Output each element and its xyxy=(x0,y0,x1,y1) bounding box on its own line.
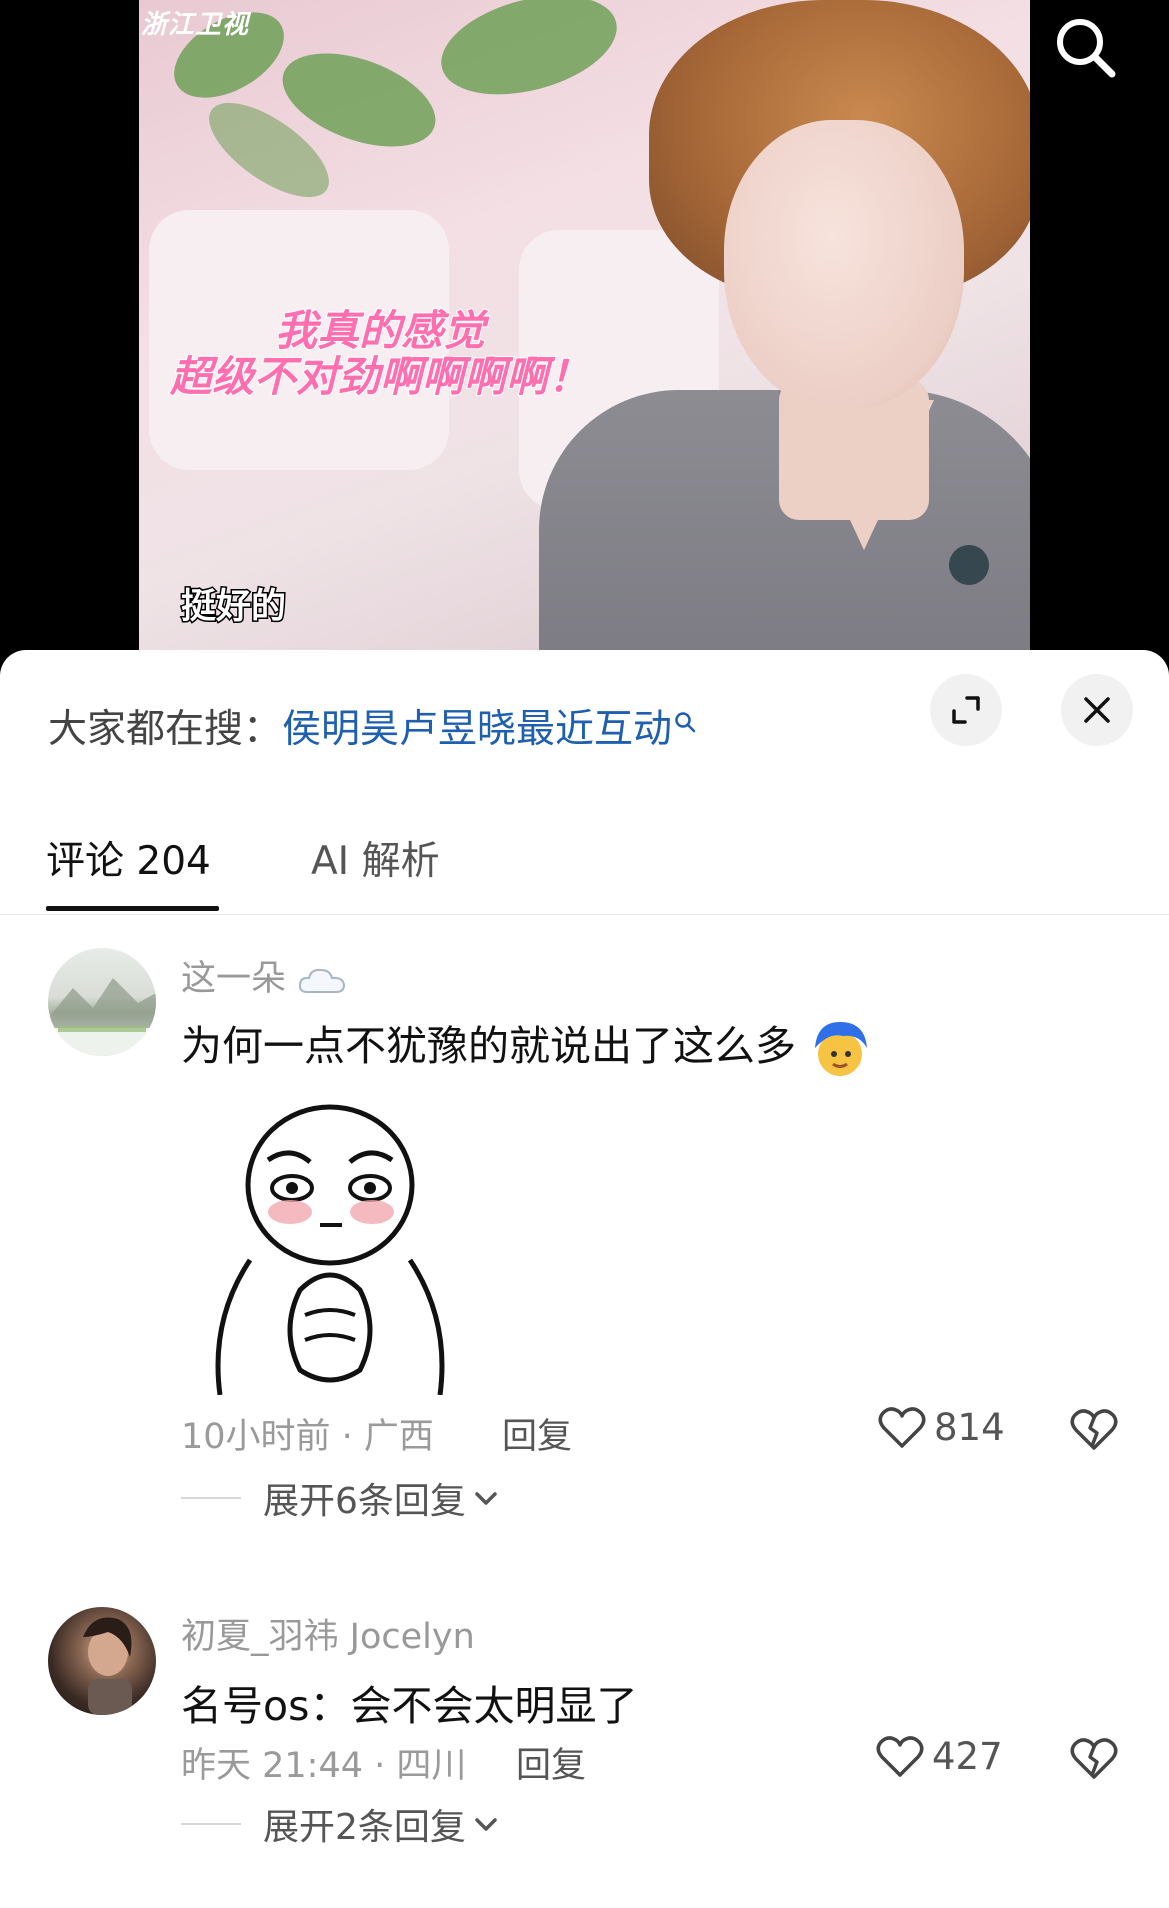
reply-button[interactable]: 回复 xyxy=(516,1737,586,1788)
video-player[interactable]: 浙江卫视 我真的感觉 超级不对劲啊啊啊啊！ 挺好的 xyxy=(0,0,1169,660)
heart-icon xyxy=(876,1736,924,1777)
chevron-down-icon xyxy=(475,1818,497,1831)
trending-term-link[interactable]: 侯明昊卢昱晓最近互动 xyxy=(282,707,672,752)
lapel-mic xyxy=(949,545,989,585)
dislike-button[interactable] xyxy=(1070,1735,1118,1785)
comment-username[interactable]: 初夏_羽祎 Jocelyn xyxy=(181,1608,475,1659)
search-icon xyxy=(1057,19,1116,78)
trending-label: 大家都在搜： xyxy=(48,707,283,752)
dislike-button[interactable] xyxy=(1070,1406,1118,1456)
expand-replies-label: 展开6条回复 xyxy=(263,1481,466,1522)
like-button[interactable]: 427 xyxy=(876,1733,1003,1779)
comment-sheet: 大家都在搜：侯明昊卢昱晓最近互动 评论 204 AI 解析 这一朵 为何一点不犹… xyxy=(0,650,1169,1908)
reply-button[interactable]: 回复 xyxy=(502,1408,572,1459)
avatar-mountain-image xyxy=(48,978,156,1056)
comment-meta: 10小时前 · 广西 xyxy=(181,1417,434,1457)
comment-meta: 昨天 21:44 · 四川 xyxy=(181,1746,467,1786)
expand-replies-button[interactable]: 展开2条回复 xyxy=(181,1798,500,1850)
close-button[interactable] xyxy=(1061,674,1133,746)
small-search-icon xyxy=(674,698,696,743)
person-face xyxy=(724,120,964,410)
blue-hair-emoji-icon xyxy=(815,1022,868,1076)
trending-search-bar[interactable]: 大家都在搜：侯明昊卢昱晓最近互动 xyxy=(48,698,696,754)
expand-divider xyxy=(181,1823,241,1825)
video-caption: 我真的感觉 超级不对劲啊啊啊啊！ xyxy=(150,306,610,401)
comment-text: 为何一点不犹豫的就说出了这么多 xyxy=(181,1012,871,1080)
like-button[interactable]: 814 xyxy=(878,1404,1005,1450)
cloud-emoji-icon xyxy=(299,968,346,993)
active-tab-indicator xyxy=(46,906,219,911)
close-icon xyxy=(1084,697,1110,723)
tab-ai-analysis[interactable]: AI 解析 xyxy=(311,830,440,886)
expand-replies-label: 展开2条回复 xyxy=(263,1807,466,1848)
expand-divider xyxy=(181,1497,241,1499)
heart-icon xyxy=(878,1407,926,1448)
sticker-drawing xyxy=(215,1104,445,1396)
avatar-portrait-image xyxy=(83,1617,132,1715)
comment-sticker-image[interactable] xyxy=(180,1090,480,1396)
expand-icon xyxy=(952,696,980,724)
chevron-down-icon xyxy=(475,1492,497,1505)
broken-heart-icon xyxy=(1070,1409,1118,1450)
broken-heart-icon xyxy=(1070,1738,1118,1779)
like-count: 427 xyxy=(932,1734,1003,1778)
avatar[interactable] xyxy=(48,1607,156,1715)
caption-line-1: 我真的感觉 xyxy=(274,306,486,355)
channel-logo: 浙江卫视 xyxy=(141,10,250,40)
expand-replies-button[interactable]: 展开6条回复 xyxy=(181,1472,500,1524)
like-count: 814 xyxy=(934,1405,1005,1449)
avatar[interactable] xyxy=(48,948,156,1056)
caption-line-2: 超级不对劲啊啊啊啊！ xyxy=(169,352,591,401)
comment-username[interactable]: 这一朵 xyxy=(181,950,347,1001)
shirt-collar xyxy=(794,400,934,550)
plant-leaf xyxy=(430,0,628,112)
search-button[interactable] xyxy=(1052,14,1118,80)
video-subtitle: 挺好的 xyxy=(179,586,287,629)
tab-divider xyxy=(0,914,1169,915)
tab-comments[interactable]: 评论 204 xyxy=(46,830,211,886)
expand-button[interactable] xyxy=(930,674,1002,746)
comment-text: 名号os：会不会太明显了 xyxy=(181,1682,638,1730)
